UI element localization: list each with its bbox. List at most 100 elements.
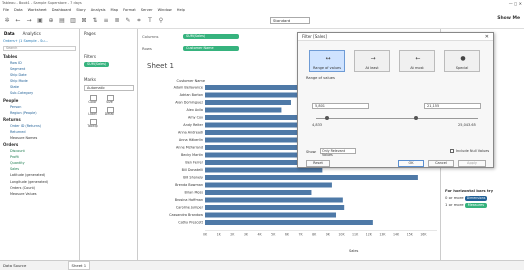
- x-axis-title[interactable]: Sales: [349, 249, 358, 253]
- menu-item-story[interactable]: Story: [76, 8, 86, 12]
- swap-icon[interactable]: ⇅: [91, 17, 99, 25]
- menu-item-worksheet[interactable]: Worksheet: [28, 8, 47, 12]
- bar[interactable]: [205, 107, 282, 113]
- new-sheet-icon[interactable]: ▤: [58, 17, 66, 25]
- x-tick-label: 8K: [312, 233, 317, 237]
- category-label[interactable]: Becky Martin: [181, 153, 203, 157]
- category-label[interactable]: Brian Moss: [185, 191, 204, 195]
- category-label[interactable]: Adam Bellavance: [174, 86, 203, 90]
- menu-item-map[interactable]: Map: [111, 8, 119, 12]
- max-value-input[interactable]: 21,155: [424, 103, 481, 109]
- filters-card-title: Filters: [84, 54, 96, 59]
- menu-item-format[interactable]: Format: [123, 8, 136, 12]
- range-slider[interactable]: [316, 116, 478, 120]
- add-datasource-icon[interactable]: ⊕: [47, 17, 55, 25]
- rows-pill[interactable]: Customer Name: [183, 45, 239, 51]
- menu-item-data[interactable]: Data: [14, 8, 23, 12]
- close-icon[interactable]: ✕: [485, 34, 489, 40]
- category-label[interactable]: Ben Ferrer: [185, 161, 203, 165]
- category-label[interactable]: Brenda Bowman: [175, 183, 203, 187]
- bar[interactable]: [205, 175, 418, 180]
- menu-item-file[interactable]: File: [3, 8, 9, 12]
- duplicate-icon[interactable]: ▥: [69, 17, 77, 25]
- category-label[interactable]: Amy Cox: [188, 116, 203, 120]
- bar[interactable]: [205, 212, 337, 218]
- mark-card-tooltip[interactable]: Tooltip: [84, 118, 101, 130]
- sort-asc-icon[interactable]: ≡: [102, 17, 110, 25]
- field-people[interactable]: People: [0, 97, 79, 104]
- category-label[interactable]: Anne McFarland: [176, 146, 203, 150]
- mark-card-color[interactable]: Color: [84, 94, 101, 106]
- bar[interactable]: [205, 190, 312, 195]
- field-returns[interactable]: Returns: [0, 116, 79, 123]
- x-tick-label: 13K: [379, 233, 386, 237]
- include-null-checkbox[interactable]: Include Null Values: [450, 149, 489, 153]
- tab-at-most[interactable]: ← At most: [399, 50, 435, 72]
- bar[interactable]: [205, 167, 323, 173]
- checkbox-box[interactable]: [450, 149, 454, 153]
- category-label[interactable]: Anna Häberlin: [179, 138, 203, 142]
- category-label[interactable]: Adrian Barton: [180, 93, 203, 97]
- bar[interactable]: [205, 205, 345, 210]
- min-value-input[interactable]: 5,801: [312, 103, 369, 109]
- clear-icon[interactable]: ⊠: [80, 17, 88, 25]
- back-icon[interactable]: ←: [14, 17, 22, 25]
- category-label[interactable]: Cathy Prescott: [178, 221, 203, 225]
- category-label[interactable]: Alan Dominguez: [175, 101, 203, 105]
- apply-button[interactable]: Apply: [458, 160, 486, 167]
- menu-item-server[interactable]: Server: [141, 8, 153, 12]
- datasource-item[interactable]: Orders+ (1 Sample - Su...: [0, 38, 79, 44]
- pages-shelf[interactable]: [81, 38, 137, 52]
- category-label[interactable]: Anna Andreadi: [178, 131, 203, 135]
- show-me-button[interactable]: Show Me: [497, 16, 520, 21]
- window-controls[interactable]: — ◻ ✕: [509, 0, 522, 7]
- columns-pill[interactable]: SUM(Sales): [183, 33, 239, 39]
- mark-card-label[interactable]: Label: [84, 106, 101, 118]
- fit-dropdown[interactable]: Standard: [270, 17, 310, 24]
- tab-range-of-values[interactable]: ↔ Range of values: [309, 50, 345, 72]
- min-slider-handle[interactable]: [325, 116, 329, 120]
- sheet-tab[interactable]: Sheet 1: [67, 261, 91, 270]
- field-measure-values[interactable]: Measure Values: [0, 191, 79, 197]
- mark-card-size[interactable]: Size: [101, 94, 118, 106]
- tab-data[interactable]: Data: [0, 29, 19, 38]
- mark-type-dropdown[interactable]: Automatic: [84, 85, 134, 91]
- mark-card-detail[interactable]: Detail: [101, 106, 118, 118]
- tab-special[interactable]: ● Special: [444, 50, 480, 72]
- menu-item-dashboard[interactable]: Dashboard: [52, 8, 72, 12]
- sort-desc-icon[interactable]: ≣: [113, 17, 121, 25]
- bar[interactable]: [205, 197, 343, 203]
- highlight-icon[interactable]: ✎: [124, 17, 132, 25]
- max-slider-handle[interactable]: [414, 116, 418, 120]
- tab-analytics[interactable]: Analytics: [19, 29, 45, 38]
- category-label[interactable]: Cassandra Brandow: [169, 213, 203, 217]
- data-source-tab[interactable]: Data Source: [3, 263, 26, 268]
- range-icon: ↔: [325, 55, 331, 62]
- category-label[interactable]: Brosina Hoffman: [175, 198, 203, 202]
- field-orders[interactable]: Orders: [0, 141, 79, 148]
- search-input[interactable]: Search: [3, 46, 76, 51]
- label-icon[interactable]: T: [146, 17, 154, 25]
- bar[interactable]: [205, 145, 305, 150]
- menu-item-analysis[interactable]: Analysis: [91, 8, 106, 12]
- menu-item-help[interactable]: Help: [177, 8, 185, 12]
- category-label[interactable]: Caroline Jumper: [176, 206, 204, 210]
- category-label[interactable]: Andy Reiter: [183, 123, 203, 127]
- bar[interactable]: [205, 182, 332, 188]
- bar[interactable]: [205, 220, 373, 225]
- tab-at-least[interactable]: → At least: [354, 50, 390, 72]
- cancel-button[interactable]: Cancel: [428, 160, 454, 167]
- menu-item-window[interactable]: Window: [158, 8, 172, 12]
- save-icon[interactable]: ▣: [36, 17, 44, 25]
- ok-button[interactable]: OK: [398, 160, 424, 167]
- reset-button[interactable]: Reset: [306, 160, 330, 167]
- pin-icon[interactable]: ⚲: [157, 17, 165, 25]
- bar[interactable]: [205, 100, 291, 105]
- category-label[interactable]: Alex Avila: [187, 108, 203, 112]
- forward-icon[interactable]: →: [25, 17, 33, 25]
- group-icon[interactable]: ⌗: [135, 17, 143, 25]
- category-label[interactable]: Bill Shonely: [183, 176, 203, 180]
- filter-pill-sales[interactable]: SUM(Sales): [84, 62, 110, 67]
- category-label[interactable]: Bill Donatelli: [182, 168, 203, 172]
- show-values-dropdown[interactable]: Only Relevant Values: [320, 148, 356, 157]
